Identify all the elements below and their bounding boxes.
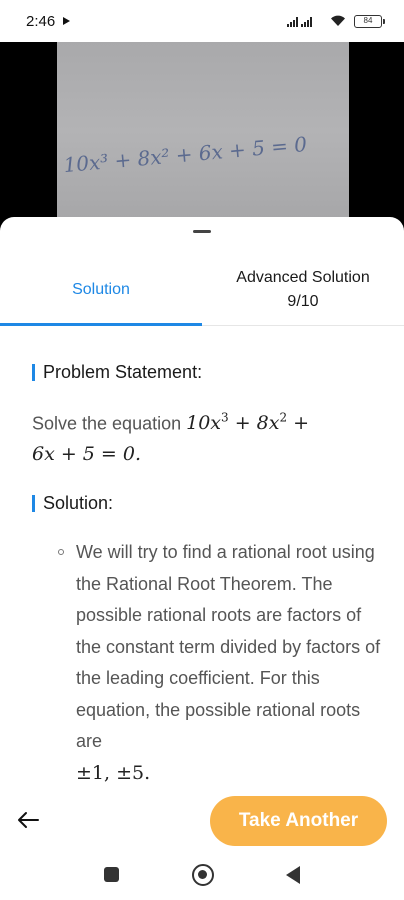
problem-heading-text: Problem Statement: xyxy=(43,362,203,382)
solution-heading: Solution: xyxy=(32,493,113,514)
solution-content[interactable]: Problem Statement: Solve the equation 10… xyxy=(0,325,404,795)
captured-photo: 10x³ + 8x² + 6x + 5 = 0 xyxy=(57,42,349,240)
eq-exp-2: 2 xyxy=(279,411,288,425)
status-time: 2:46 xyxy=(26,12,56,30)
section-marker xyxy=(32,495,35,512)
home-icon[interactable] xyxy=(192,864,214,886)
eq-term-2: + 8x xyxy=(228,412,280,435)
status-bar: 2:46 84 xyxy=(0,0,404,42)
eq-plus: + xyxy=(287,412,310,435)
tab-bar: Solution Advanced Solution 9/10 xyxy=(0,255,404,326)
section-marker xyxy=(32,364,35,381)
play-icon xyxy=(63,17,71,25)
tab-advanced-solution-text: Advanced Solution 9/10 xyxy=(236,266,369,314)
take-another-button[interactable]: Take Another xyxy=(210,796,387,846)
solution-step-text: We will try to find a rational root usin… xyxy=(76,537,388,789)
problem-prefix: Solve the equation xyxy=(32,413,187,434)
handwritten-equation: 10x³ + 8x² + 6x + 5 = 0 xyxy=(63,132,308,177)
eq-exp-3: 3 xyxy=(221,411,229,425)
recents-icon[interactable] xyxy=(104,867,119,882)
solution-step-body: We will try to find a rational root usin… xyxy=(76,542,381,751)
solution-step: We will try to find a rational root usin… xyxy=(58,537,388,789)
system-back-icon[interactable] xyxy=(286,866,300,884)
action-bar: Take Another xyxy=(0,790,404,848)
drag-handle[interactable] xyxy=(193,230,211,233)
equation-part-1: 10x3 + 8x2 + xyxy=(186,411,310,435)
tab-advanced-solution-count: 9/10 xyxy=(287,293,319,310)
problem-statement-text: Solve the equation 10x3 + 8x2 + 6x + 5 =… xyxy=(32,403,377,470)
equation-part-2: 6x + 5 = 0. xyxy=(32,443,142,466)
back-arrow-icon[interactable] xyxy=(14,806,42,834)
handwritten-equation-text: 10x³ + 8x² + 6x + 5 = 0 xyxy=(63,132,308,177)
wifi-icon xyxy=(330,15,346,27)
tab-advanced-solution[interactable]: Advanced Solution 9/10 xyxy=(202,255,404,325)
system-nav-bar xyxy=(0,850,404,900)
tab-solution[interactable]: Solution xyxy=(0,255,202,326)
eq-term-1: 10x xyxy=(186,412,222,435)
solution-step-math: ±1, ±5. xyxy=(76,761,151,784)
battery-icon: 84 xyxy=(354,14,385,28)
tab-advanced-solution-label: Advanced Solution xyxy=(236,269,370,286)
tab-solution-label: Solution xyxy=(72,281,130,298)
signal-icon xyxy=(287,15,325,27)
solution-heading-text: Solution: xyxy=(43,493,114,513)
bullet-icon xyxy=(58,549,64,555)
problem-statement-heading: Problem Statement: xyxy=(32,362,202,383)
